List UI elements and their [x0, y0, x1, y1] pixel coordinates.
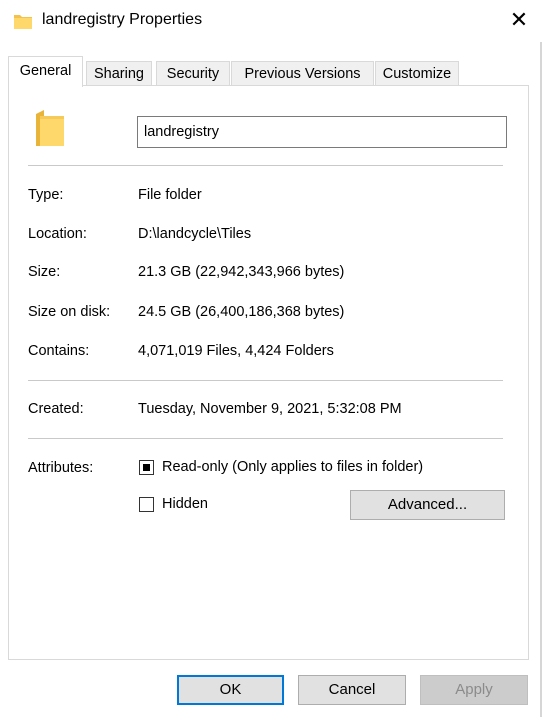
size-value: 21.3 GB (22,942,343,966 bytes) [138, 264, 345, 280]
tab-sharing[interactable]: Sharing [86, 61, 152, 86]
size-on-disk-label: Size on disk: [28, 304, 111, 320]
tab-customize[interactable]: Customize [375, 61, 459, 86]
readonly-checkbox[interactable] [139, 460, 154, 475]
title-bar: landregistry Properties ✕ [0, 0, 542, 42]
general-panel [8, 85, 529, 660]
hidden-checkbox[interactable] [139, 497, 154, 512]
separator [28, 380, 503, 381]
contains-label: Contains: [28, 343, 90, 359]
created-value: Tuesday, November 9, 2021, 5:32:08 PM [138, 401, 402, 417]
separator [28, 165, 503, 166]
folder-large-icon [36, 110, 64, 146]
ok-button[interactable]: OK [177, 675, 284, 705]
indeterminate-mark [143, 464, 150, 471]
apply-button: Apply [420, 675, 528, 705]
close-button[interactable]: ✕ [502, 4, 536, 36]
contains-value: 4,071,019 Files, 4,424 Folders [138, 343, 334, 359]
window-title: landregistry Properties [42, 11, 203, 28]
created-label: Created: [28, 401, 84, 417]
size-on-disk-value: 24.5 GB (26,400,186,368 bytes) [138, 304, 345, 320]
location-label: Location: [28, 226, 87, 242]
tab-general[interactable]: General [8, 56, 83, 87]
close-icon: ✕ [509, 7, 529, 32]
cancel-button[interactable]: Cancel [298, 675, 406, 705]
tab-previous-versions[interactable]: Previous Versions [231, 61, 374, 86]
advanced-button[interactable]: Advanced... [350, 490, 505, 520]
folder-icon [14, 15, 32, 29]
readonly-label[interactable]: Read-only (Only applies to files in fold… [162, 459, 423, 475]
attributes-label: Attributes: [28, 460, 94, 476]
type-label: Type: [28, 187, 64, 203]
location-value: D:\landcycle\Tiles [138, 226, 252, 242]
type-value: File folder [138, 187, 202, 203]
separator [28, 438, 503, 439]
tab-security[interactable]: Security [156, 61, 230, 86]
hidden-label[interactable]: Hidden [162, 496, 208, 512]
tab-strip: General Sharing Security Previous Versio… [8, 56, 528, 87]
size-label: Size: [28, 264, 61, 280]
folder-name-input[interactable] [137, 116, 507, 148]
